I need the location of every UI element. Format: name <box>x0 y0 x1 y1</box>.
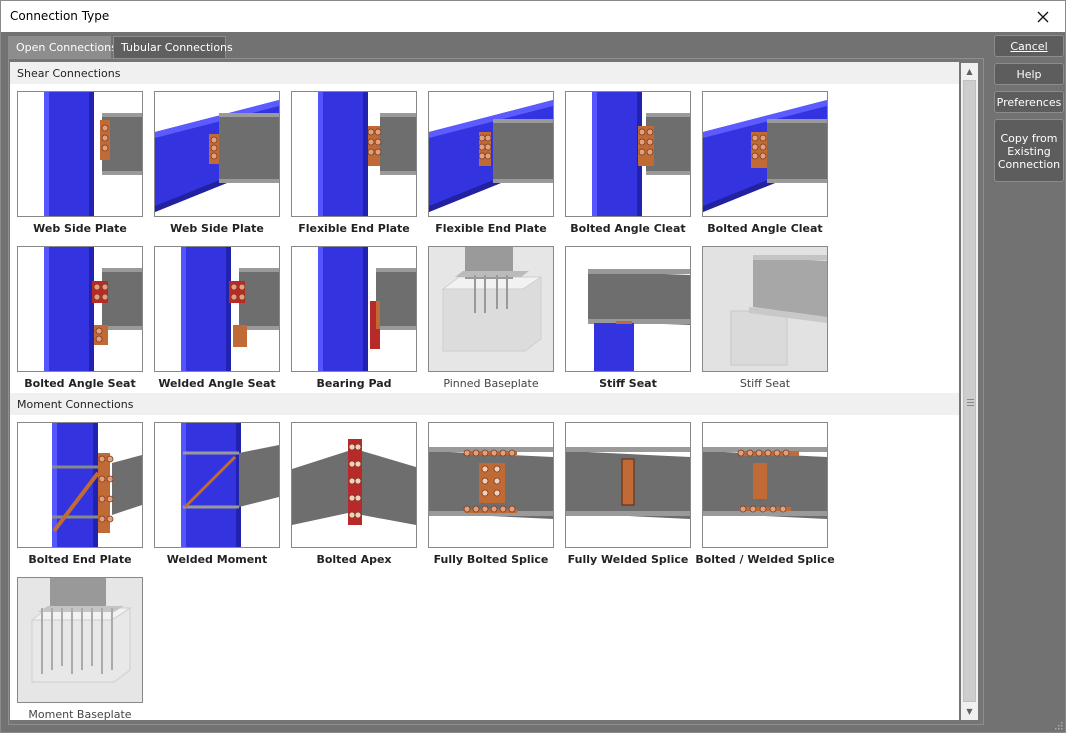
connection-tile-fully-bolted-splice[interactable] <box>428 422 554 548</box>
moment-baseplate-icon <box>18 578 142 702</box>
bearing-pad-icon <box>292 247 416 371</box>
bolted-apex-icon <box>292 423 416 547</box>
copy-from-existing-connection-button[interactable]: Copy from Existing Connection <box>994 119 1064 182</box>
bolted-welded-splice-icon <box>703 423 827 547</box>
connection-tile-bolted-angle-cleat-column[interactable] <box>565 91 691 217</box>
connection-tile-stiff-seat-disabled[interactable] <box>702 246 828 372</box>
bolted-angle-seat-icon <box>18 247 142 371</box>
connection-label[interactable]: Bearing Pad <box>279 377 429 390</box>
help-button[interactable]: Help <box>994 63 1064 85</box>
scroll-up-arrow-icon[interactable]: ▲ <box>961 63 978 80</box>
connection-label[interactable]: Bolted / Welded Splice <box>690 553 840 566</box>
connection-label[interactable]: Flexible End Plate <box>416 222 566 235</box>
cancel-label: Cancel <box>1010 40 1048 53</box>
connection-tile-bolted-apex[interactable] <box>291 422 417 548</box>
connection-label[interactable]: Flexible End Plate <box>279 222 429 235</box>
grip-icon <box>967 399 974 406</box>
title-bar: Connection Type <box>1 1 1065 32</box>
connection-tile-moment-baseplate[interactable] <box>17 577 143 703</box>
copy-label-line-3: Connection <box>997 158 1061 171</box>
connection-label[interactable]: Web Side Plate <box>10 222 155 235</box>
section-header-shear: Shear Connections <box>10 62 959 84</box>
pinned-baseplate-icon <box>429 247 553 371</box>
connection-tile-fully-welded-splice[interactable] <box>565 422 691 548</box>
close-button[interactable] <box>1021 1 1065 32</box>
connection-label[interactable]: Welded Angle Seat <box>142 377 292 390</box>
bolted-angle-cleat-beam-icon <box>703 92 827 216</box>
flexible-end-plate-beam-icon <box>429 92 553 216</box>
section-header-moment: Moment Connections <box>10 393 959 415</box>
flexible-end-plate-column-icon <box>292 92 416 216</box>
connection-label[interactable]: Stiff Seat <box>690 377 840 390</box>
fully-welded-splice-icon <box>566 423 690 547</box>
connection-label[interactable]: Bolted Angle Seat <box>10 377 155 390</box>
welded-moment-icon <box>155 423 279 547</box>
connection-tile-welded-angle-seat[interactable] <box>154 246 280 372</box>
web-side-plate-column-icon <box>18 92 142 216</box>
connection-tile-stiff-seat[interactable] <box>565 246 691 372</box>
welded-angle-seat-icon <box>155 247 279 371</box>
connection-tile-web-side-plate-column[interactable] <box>17 91 143 217</box>
copy-label-line-2: Existing <box>1007 145 1051 158</box>
connection-label[interactable]: Bolted End Plate <box>10 553 155 566</box>
connection-tile-flexible-end-plate-column[interactable] <box>291 91 417 217</box>
bolted-end-plate-icon <box>18 423 142 547</box>
connection-tile-bolted-angle-seat[interactable] <box>17 246 143 372</box>
connection-tile-bolted-end-plate[interactable] <box>17 422 143 548</box>
connection-tile-pinned-baseplate[interactable] <box>428 246 554 372</box>
preferences-label: Preferences <box>996 96 1062 109</box>
connection-label[interactable]: Moment Baseplate <box>10 708 155 720</box>
vertical-scrollbar[interactable]: ▲ ▼ <box>961 63 978 720</box>
fully-bolted-splice-icon <box>429 423 553 547</box>
connection-tile-bearing-pad[interactable] <box>291 246 417 372</box>
connection-label[interactable]: Stiff Seat <box>553 377 703 390</box>
preferences-button[interactable]: Preferences <box>994 91 1064 113</box>
connection-type-dialog: Connection Type Open Connections Tubular… <box>0 0 1066 733</box>
scroll-thumb[interactable] <box>963 80 976 702</box>
connections-list: Shear Connections Moment Connections Web… <box>10 62 959 720</box>
stiff-seat-icon <box>566 247 690 371</box>
scroll-down-arrow-icon[interactable]: ▼ <box>961 703 978 720</box>
copy-label-line-1: Copy from <box>1000 132 1058 145</box>
web-side-plate-beam-icon <box>155 92 279 216</box>
connection-tile-bolted-angle-cleat-beam[interactable] <box>702 91 828 217</box>
connection-label[interactable]: Welded Moment <box>142 553 292 566</box>
connection-tile-flexible-end-plate-beam[interactable] <box>428 91 554 217</box>
help-label: Help <box>1016 68 1042 81</box>
connection-label[interactable]: Web Side Plate <box>142 222 292 235</box>
close-icon <box>1037 11 1049 22</box>
connection-label[interactable]: Bolted Angle Cleat <box>553 222 703 235</box>
connection-label[interactable]: Pinned Baseplate <box>416 377 566 390</box>
tab-tubular-connections[interactable]: Tubular Connections <box>113 36 233 58</box>
connection-label[interactable]: Bolted Apex <box>279 553 429 566</box>
connection-label[interactable]: Fully Welded Splice <box>553 553 703 566</box>
stiff-seat-disabled-icon <box>703 247 827 371</box>
resize-grip-icon[interactable] <box>1053 720 1063 730</box>
connection-tile-welded-moment[interactable] <box>154 422 280 548</box>
connection-label[interactable]: Bolted Angle Cleat <box>690 222 840 235</box>
cancel-button[interactable]: Cancel <box>994 35 1064 57</box>
tab-open-connections[interactable]: Open Connections <box>8 36 117 59</box>
connection-label[interactable]: Fully Bolted Splice <box>416 553 566 566</box>
bolted-angle-cleat-column-icon <box>566 92 690 216</box>
connection-tile-web-side-plate-beam[interactable] <box>154 91 280 217</box>
connection-tile-bolted-welded-splice[interactable] <box>702 422 828 548</box>
window-title: Connection Type <box>10 9 110 23</box>
